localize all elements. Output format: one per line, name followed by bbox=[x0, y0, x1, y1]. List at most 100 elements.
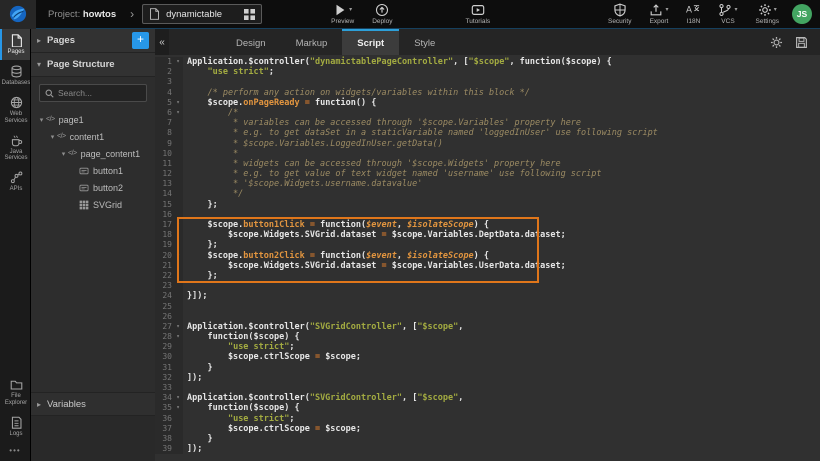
code-line-2: 2 "use strict"; bbox=[155, 67, 820, 77]
tree-toggle[interactable]: ▾ bbox=[37, 116, 46, 124]
vcs-button[interactable]: ▾VCS bbox=[709, 1, 746, 27]
more-menu-button[interactable]: ••• bbox=[0, 442, 30, 461]
code-line-9: 9 * $scope.Variables.LoggedInUser.getDat… bbox=[155, 139, 820, 149]
code-line-37: 37 $scope.ctrlScope = $scope; bbox=[155, 424, 820, 434]
tree-toggle[interactable]: ▾ bbox=[48, 133, 57, 141]
line-number: 6 bbox=[155, 108, 173, 118]
line-number: 11 bbox=[155, 159, 173, 169]
tree-item-page_content1[interactable]: ▾</>page_content1 bbox=[31, 145, 155, 162]
preview-button[interactable]: ▾Preview bbox=[322, 1, 363, 27]
project-breadcrumb: Project: howtos bbox=[48, 9, 116, 20]
rail-item-pages[interactable]: Pages bbox=[0, 29, 30, 60]
code-line-25: 25 bbox=[155, 302, 820, 312]
wavemaker-logo-icon bbox=[9, 5, 27, 23]
fold-marker-icon[interactable]: ▾ bbox=[173, 220, 183, 230]
fold-marker-icon bbox=[173, 302, 183, 312]
fold-marker-icon[interactable]: ▾ bbox=[173, 98, 183, 108]
code-icon: </> bbox=[46, 116, 55, 123]
line-number: 20 bbox=[155, 251, 173, 261]
tree-item-content1[interactable]: ▾</>content1 bbox=[31, 128, 155, 145]
wavemaker-studio: Project: howtos › dynamictable ▾PreviewD… bbox=[0, 0, 820, 461]
rail-item-file-explorer[interactable]: File Explorer bbox=[0, 373, 30, 411]
line-number: 18 bbox=[155, 230, 173, 240]
page-structure-header[interactable]: ▾ Page Structure bbox=[31, 53, 155, 77]
script-settings-gear-icon[interactable] bbox=[770, 36, 783, 49]
branch-icon bbox=[718, 3, 732, 17]
export-button[interactable]: ▾Export bbox=[640, 1, 677, 27]
line-number: 10 bbox=[155, 149, 173, 159]
code-line-20: 20▾ $scope.button2Click = function($even… bbox=[155, 251, 820, 261]
line-number: 33 bbox=[155, 383, 173, 393]
code-line-19: 19 }; bbox=[155, 240, 820, 250]
fold-marker-icon[interactable]: ▾ bbox=[173, 332, 183, 342]
button-icon bbox=[79, 166, 89, 176]
search-input[interactable] bbox=[58, 88, 141, 98]
user-avatar[interactable]: JS bbox=[792, 4, 812, 24]
code-line-10: 10 * bbox=[155, 149, 820, 159]
code-line-6: 6▾ /* bbox=[155, 108, 820, 118]
chevron-right-icon: ▸ bbox=[37, 36, 47, 45]
line-number: 7 bbox=[155, 118, 173, 128]
line-number: 13 bbox=[155, 179, 173, 189]
tree-item-button2[interactable]: button2 bbox=[31, 179, 155, 196]
fold-marker-icon[interactable]: ▾ bbox=[173, 108, 183, 118]
tutorials-button[interactable]: Tutorials bbox=[456, 1, 499, 27]
deploy-icon bbox=[375, 3, 389, 17]
rail-item-web-services[interactable]: Web Services bbox=[0, 91, 30, 129]
tab-script[interactable]: Script bbox=[342, 29, 399, 55]
code-line-18: 18 $scope.Widgets.SVGrid.dataset = $scop… bbox=[155, 230, 820, 240]
code-line-30: 30 $scope.ctrlScope = $scope; bbox=[155, 352, 820, 362]
code-line-24: 24}]); bbox=[155, 291, 820, 301]
pages-header-label: Pages bbox=[47, 35, 75, 46]
tab-style[interactable]: Style bbox=[399, 29, 450, 55]
fold-marker-icon bbox=[173, 149, 183, 159]
fold-marker-icon[interactable]: ▾ bbox=[173, 322, 183, 332]
fold-marker-icon bbox=[173, 169, 183, 179]
code-line-15: 15 }; bbox=[155, 200, 820, 210]
api-icon bbox=[10, 171, 23, 184]
settings-button[interactable]: ▾Settings bbox=[747, 1, 789, 27]
fold-marker-icon bbox=[173, 261, 183, 271]
code-icon: </> bbox=[57, 133, 66, 140]
chevron-down-icon: ▾ bbox=[37, 60, 47, 69]
fold-marker-icon bbox=[173, 118, 183, 128]
line-number: 15 bbox=[155, 200, 173, 210]
pages-section-header[interactable]: ▸ Pages + bbox=[31, 29, 155, 53]
rail-item-java-services[interactable]: Java Services bbox=[0, 129, 30, 167]
fold-marker-icon bbox=[173, 373, 183, 383]
fold-marker-icon[interactable]: ▾ bbox=[173, 393, 183, 403]
code-line-31: 31 } bbox=[155, 363, 820, 373]
tree-toggle[interactable]: ▾ bbox=[59, 150, 68, 158]
line-number: 28 bbox=[155, 332, 173, 342]
page-selector-dropdown[interactable]: dynamictable bbox=[142, 4, 262, 24]
security-button[interactable]: Security bbox=[599, 1, 640, 27]
fold-marker-icon[interactable]: ▾ bbox=[173, 57, 183, 67]
tree-item-button1[interactable]: button1 bbox=[31, 162, 155, 179]
rail-item-databases[interactable]: Databases bbox=[0, 60, 30, 91]
script-code-editor[interactable]: 1▾Application.$controller("dynamictableP… bbox=[155, 55, 820, 461]
fold-marker-icon[interactable]: ▾ bbox=[173, 403, 183, 413]
rail-item-logs[interactable]: Logs bbox=[0, 411, 30, 442]
rail-item-apis[interactable]: APIs bbox=[0, 166, 30, 197]
variables-section-header[interactable]: ▸ Variables bbox=[31, 393, 155, 415]
i18n-button[interactable]: AI18N bbox=[677, 1, 709, 27]
code-line-3: 3 bbox=[155, 77, 820, 87]
editor-tab-bar: « DesignMarkupScriptStyle bbox=[155, 29, 820, 55]
tree-item-SVGrid[interactable]: SVGrid bbox=[31, 196, 155, 213]
variables-label: Variables bbox=[47, 399, 86, 410]
line-number: 23 bbox=[155, 281, 173, 291]
code-line-1: 1▾Application.$controller("dynamictableP… bbox=[155, 57, 820, 67]
app-logo[interactable] bbox=[0, 0, 36, 29]
code-line-22: 22 }; bbox=[155, 271, 820, 281]
tree-item-page1[interactable]: ▾</>page1 bbox=[31, 111, 155, 128]
line-number: 12 bbox=[155, 169, 173, 179]
fold-marker-icon bbox=[173, 159, 183, 169]
fold-marker-icon[interactable]: ▾ bbox=[173, 251, 183, 261]
collapse-panel-button[interactable]: « bbox=[155, 29, 169, 55]
tab-markup[interactable]: Markup bbox=[281, 29, 343, 55]
line-number: 27 bbox=[155, 322, 173, 332]
save-icon[interactable] bbox=[795, 36, 808, 49]
add-page-button[interactable]: + bbox=[132, 32, 149, 49]
tab-design[interactable]: Design bbox=[221, 29, 281, 55]
deploy-button[interactable]: Deploy bbox=[363, 1, 401, 27]
